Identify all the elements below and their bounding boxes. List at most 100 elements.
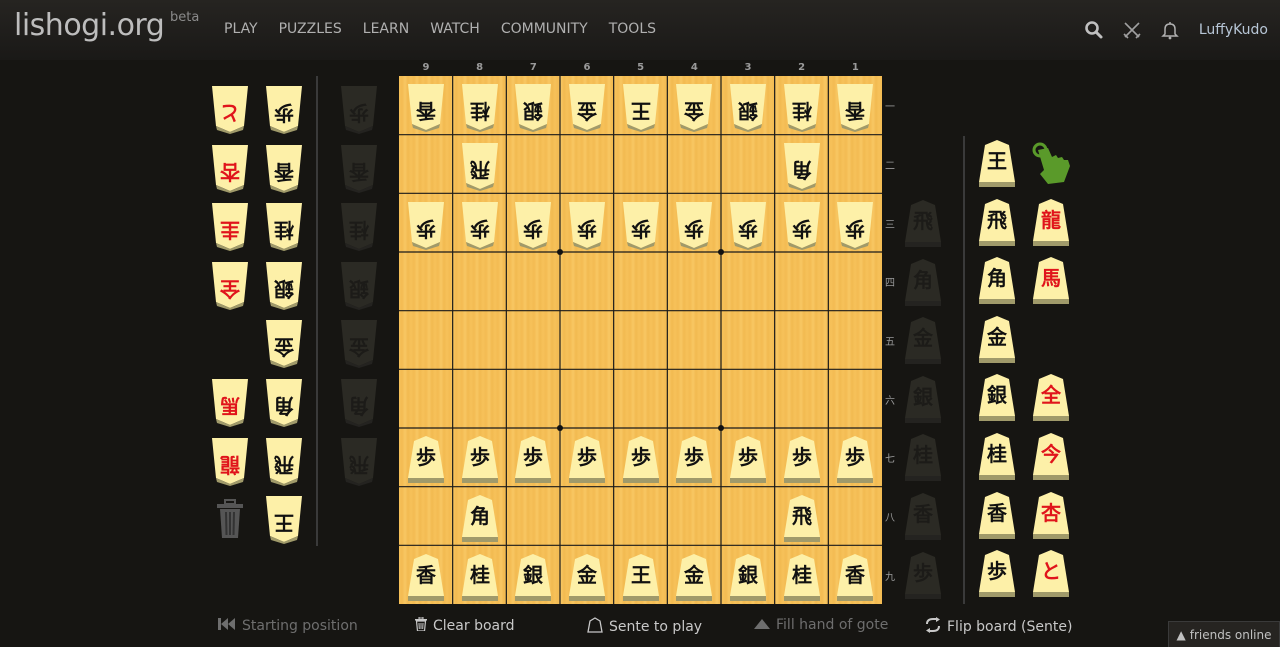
board-piece[interactable]: 角 (458, 493, 502, 543)
board-piece[interactable]: 歩 (565, 434, 609, 484)
gote-spare-promoted-piece[interactable]: 馬 (208, 377, 252, 427)
flip-board-button[interactable]: Flip board (Sente) (925, 617, 1072, 637)
board-piece[interactable]: 歩 (726, 200, 770, 250)
sente-hand-piece[interactable]: 角 (901, 257, 945, 307)
sente-hand-piece[interactable]: 銀 (901, 374, 945, 424)
sente-to-play-button[interactable]: Sente to play (587, 617, 702, 637)
gote-spare-piece[interactable]: 香 (262, 143, 306, 193)
board-piece[interactable]: 歩 (672, 434, 716, 484)
board-piece[interactable]: 桂 (780, 82, 824, 133)
sente-spare-promoted-piece[interactable]: 全 (1029, 372, 1073, 422)
board-piece[interactable]: 歩 (780, 434, 824, 484)
sente-spare-piece[interactable]: 飛 (975, 197, 1019, 247)
gote-hand-piece[interactable]: 桂 (337, 201, 381, 252)
board-piece[interactable]: 歩 (726, 434, 770, 484)
sente-spare-piece[interactable]: 角 (975, 255, 1019, 305)
board-piece[interactable]: 歩 (780, 200, 824, 250)
gote-spare-promoted-piece[interactable]: と (208, 84, 252, 134)
board-piece[interactable]: 桂 (458, 82, 502, 133)
board-piece[interactable]: 飛 (458, 141, 502, 191)
gote-spare-piece[interactable]: 銀 (262, 260, 306, 310)
gote-spare-promoted-piece[interactable]: 龍 (208, 436, 252, 486)
board-piece[interactable]: 銀 (511, 552, 555, 602)
board-piece[interactable]: 歩 (833, 200, 877, 250)
sente-hand-piece[interactable]: 金 (901, 315, 945, 365)
sente-spare-piece[interactable]: 王 (975, 138, 1019, 188)
board-piece[interactable]: 香 (833, 82, 877, 133)
board-piece[interactable]: 歩 (619, 200, 663, 250)
gote-hand-piece[interactable]: 角 (337, 377, 381, 427)
trash-icon[interactable] (212, 498, 248, 542)
bell-icon[interactable] (1159, 19, 1181, 41)
gote-hand-piece[interactable]: 金 (337, 318, 381, 369)
site-logo[interactable]: lishogi.org (14, 8, 165, 43)
sente-spare-piece[interactable]: 香 (975, 490, 1019, 540)
gote-spare-piece[interactable]: 桂 (262, 201, 306, 252)
crossed-swords-icon[interactable] (1121, 19, 1143, 41)
nav-tools[interactable]: TOOLS (609, 21, 656, 37)
board-piece[interactable]: 香 (404, 82, 448, 133)
gote-hand-piece[interactable]: 香 (337, 143, 381, 193)
board-piece[interactable]: 香 (833, 552, 877, 602)
gote-hand-piece[interactable]: 飛 (337, 436, 381, 486)
user-menu[interactable]: LuffyKudo (1199, 22, 1268, 38)
sente-spare-piece[interactable]: 歩 (975, 548, 1019, 598)
nav-puzzles[interactable]: PUZZLES (279, 21, 342, 37)
shogi-board[interactable]: 香桂銀金王金銀桂香飛角歩歩歩歩歩歩歩歩歩歩歩歩歩歩歩歩歩歩角飛香桂銀金王金銀桂香 (399, 76, 882, 604)
board-piece[interactable]: 飛 (780, 493, 824, 543)
starting-position-button[interactable]: Starting position (218, 617, 358, 635)
board-piece[interactable]: 歩 (619, 434, 663, 484)
board-piece[interactable]: 金 (565, 552, 609, 602)
board-piece[interactable]: 銀 (511, 82, 555, 133)
board-piece[interactable]: 金 (565, 82, 609, 133)
sente-spare-piece[interactable]: 桂 (975, 431, 1019, 481)
board-piece[interactable]: 歩 (511, 200, 555, 250)
gote-spare-piece[interactable]: 歩 (262, 84, 306, 134)
board-piece[interactable]: 金 (672, 82, 716, 133)
sente-spare-promoted-piece[interactable]: 杏 (1029, 490, 1073, 540)
gote-spare-piece[interactable]: 王 (262, 494, 306, 545)
gote-spare-piece[interactable]: 金 (262, 318, 306, 369)
friends-online-button[interactable]: ▲ friends online (1168, 621, 1280, 647)
gote-spare-promoted-piece[interactable]: 杏 (208, 143, 252, 193)
hand-pointer-icon[interactable] (1028, 140, 1074, 188)
search-icon[interactable] (1083, 19, 1105, 41)
nav-watch[interactable]: WATCH (430, 21, 480, 37)
board-piece[interactable]: 王 (619, 552, 663, 602)
nav-learn[interactable]: LEARN (363, 21, 409, 37)
board-piece[interactable]: 歩 (511, 434, 555, 484)
gote-hand-piece[interactable]: 歩 (337, 84, 381, 134)
board-piece[interactable]: 歩 (458, 200, 502, 250)
board-piece[interactable]: 歩 (565, 200, 609, 250)
gote-spare-promoted-piece[interactable]: 圭 (208, 201, 252, 252)
board-piece[interactable]: 歩 (672, 200, 716, 250)
board-piece[interactable]: 歩 (404, 200, 448, 250)
board-piece[interactable]: 歩 (833, 434, 877, 484)
board-piece[interactable]: 王 (619, 82, 663, 133)
sente-spare-piece[interactable]: 銀 (975, 372, 1019, 422)
nav-play[interactable]: PLAY (224, 21, 258, 37)
nav-community[interactable]: COMMUNITY (501, 21, 588, 37)
gote-hand-piece[interactable]: 銀 (337, 260, 381, 310)
board-piece[interactable]: 銀 (726, 82, 770, 133)
sente-hand-piece[interactable]: 香 (901, 491, 945, 541)
sente-spare-promoted-piece[interactable]: 馬 (1029, 255, 1073, 305)
board-piece[interactable]: 香 (404, 552, 448, 602)
fill-hand-button[interactable]: Fill hand of gote (754, 617, 888, 633)
sente-hand-piece[interactable]: 歩 (901, 550, 945, 600)
gote-spare-piece[interactable]: 角 (262, 377, 306, 427)
clear-board-button[interactable]: Clear board (415, 616, 515, 635)
board-piece[interactable]: 桂 (780, 552, 824, 602)
sente-hand-piece[interactable]: 飛 (901, 198, 945, 248)
gote-spare-piece[interactable]: 飛 (262, 436, 306, 486)
board-piece[interactable]: 歩 (404, 434, 448, 484)
board-piece[interactable]: 銀 (726, 552, 770, 602)
sente-spare-promoted-piece[interactable]: 今 (1029, 431, 1073, 481)
sente-hand-piece[interactable]: 桂 (901, 432, 945, 482)
sente-spare-promoted-piece[interactable]: 龍 (1029, 197, 1073, 247)
sente-spare-piece[interactable]: 金 (975, 314, 1019, 364)
gote-spare-promoted-piece[interactable]: 全 (208, 260, 252, 310)
board-piece[interactable]: 金 (672, 552, 716, 602)
board-piece[interactable]: 桂 (458, 552, 502, 602)
board-piece[interactable]: 角 (780, 141, 824, 191)
